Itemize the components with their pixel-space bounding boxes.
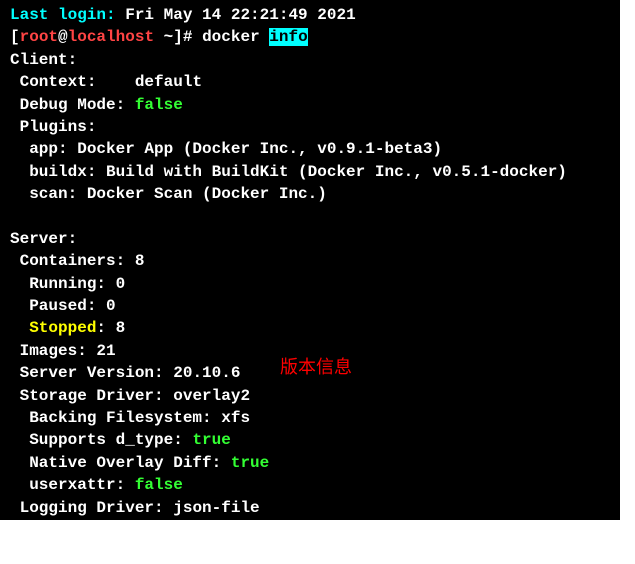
logging-value: json-file — [173, 499, 259, 517]
containers-label: Containers: — [10, 252, 135, 270]
plugin-app: app: Docker App (Docker Inc., v0.9.1-bet… — [10, 138, 612, 160]
dtype-label: Supports d_type: — [10, 431, 192, 449]
server-stopped: Stopped: 8 — [10, 317, 612, 339]
server-containers: Containers: 8 — [10, 250, 612, 272]
cgroup-driver-value: cgroupfs — [164, 521, 241, 539]
command-docker: docker — [202, 28, 269, 46]
backing-label: Backing Filesystem: — [10, 409, 221, 427]
prompt-path: ~]# — [154, 28, 202, 46]
overlay-value: true — [231, 454, 269, 472]
native-overlay: Native Overlay Diff: true — [10, 452, 612, 474]
userxattr-value: false — [135, 476, 183, 494]
paused-label: Paused: — [10, 297, 106, 315]
command-info-highlighted: info — [269, 28, 307, 46]
server-header: Server: — [10, 228, 612, 250]
client-header: Client: — [10, 49, 612, 71]
client-debug: Debug Mode: false — [10, 94, 612, 116]
cgroup-driver-label: Cgroup Driver: — [10, 521, 164, 539]
cgroup-version: Cgroup Version: 1 — [10, 541, 612, 563]
stopped-value: 8 — [116, 319, 126, 337]
last-login-label: Last login: — [10, 6, 116, 24]
context-value: default — [135, 73, 202, 91]
running-label: Running: — [10, 275, 116, 293]
images-label: Images: — [10, 342, 96, 360]
running-value: 0 — [116, 275, 126, 293]
blank-line — [10, 206, 612, 228]
cgroup-version-value: 1 — [173, 543, 183, 561]
plugins-label: Plugins: — [10, 116, 612, 138]
last-login-timestamp: Fri May 14 22:21:49 2021 — [116, 6, 356, 24]
cgroup-version-label: Cgroup Version: — [10, 543, 173, 561]
images-value: 21 — [96, 342, 115, 360]
prompt-user: root — [20, 28, 58, 46]
storage-value: overlay2 — [173, 387, 250, 405]
stopped-colon: : — [96, 319, 115, 337]
storage-label: Storage Driver: — [10, 387, 173, 405]
backing-value: xfs — [221, 409, 250, 427]
prompt-at: @ — [58, 28, 68, 46]
supports-dtype: Supports d_type: true — [10, 429, 612, 451]
last-login-line: Last login: Fri May 14 22:21:49 2021 — [10, 4, 612, 26]
storage-driver: Storage Driver: overlay2 — [10, 385, 612, 407]
bracket-open: [ — [10, 28, 20, 46]
logging-label: Logging Driver: — [10, 499, 173, 517]
version-value: 20.10.6 — [173, 364, 240, 382]
debug-label: Debug Mode: — [10, 96, 135, 114]
userxattr-label: userxattr: — [10, 476, 135, 494]
context-label: Context: — [10, 73, 135, 91]
prompt-host: localhost — [68, 28, 154, 46]
terminal-window[interactable]: Last login: Fri May 14 22:21:49 2021 [ro… — [0, 0, 620, 520]
version-annotation: 版本信息 — [280, 355, 352, 380]
plugin-scan: scan: Docker Scan (Docker Inc.) — [10, 183, 612, 205]
backing-filesystem: Backing Filesystem: xfs — [10, 407, 612, 429]
cgroup-driver: Cgroup Driver: cgroupfs — [10, 519, 612, 541]
prompt-line: [root@localhost ~]# docker info — [10, 26, 612, 48]
containers-value: 8 — [135, 252, 145, 270]
userxattr: userxattr: false — [10, 474, 612, 496]
stopped-label: Stopped — [10, 319, 96, 337]
paused-value: 0 — [106, 297, 116, 315]
client-context: Context: default — [10, 71, 612, 93]
server-paused: Paused: 0 — [10, 295, 612, 317]
overlay-label: Native Overlay Diff: — [10, 454, 231, 472]
dtype-value: true — [192, 431, 230, 449]
logging-driver: Logging Driver: json-file — [10, 497, 612, 519]
version-label: Server Version: — [10, 364, 173, 382]
server-running: Running: 0 — [10, 273, 612, 295]
plugin-buildx: buildx: Build with BuildKit (Docker Inc.… — [10, 161, 612, 183]
debug-value: false — [135, 96, 183, 114]
